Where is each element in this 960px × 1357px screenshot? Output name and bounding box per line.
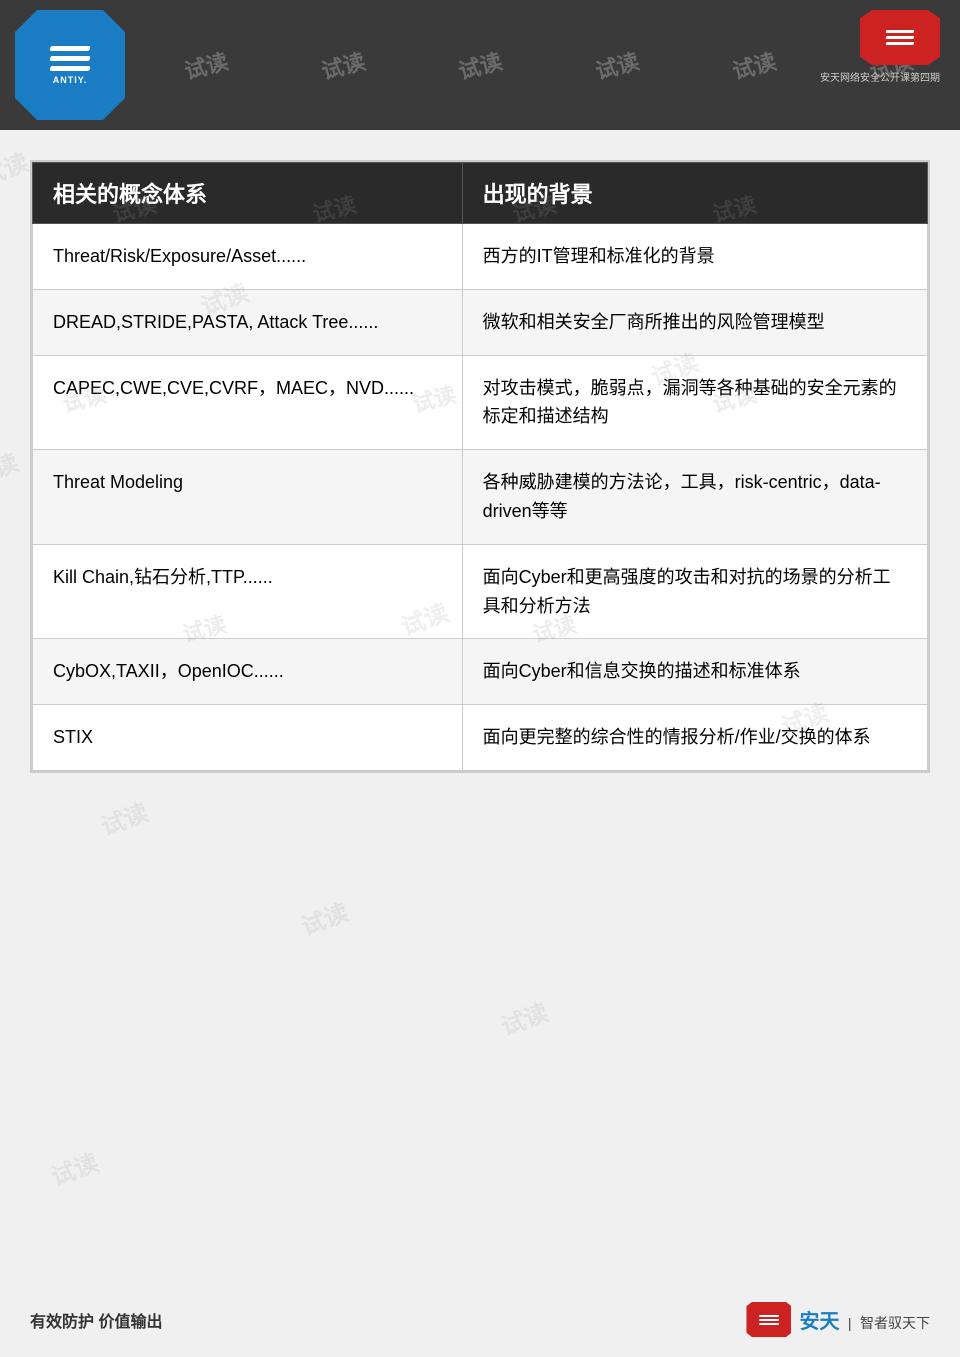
header-wm-5: 试读 (592, 44, 643, 86)
table-cell-left-1: DREAD,STRIDE,PASTA, Attack Tree...... (33, 289, 463, 355)
footer-logo-emblem (746, 1302, 791, 1337)
table-row: STIX面向更完整的综合性的情报分析/作业/交换的体系 (33, 705, 928, 771)
logo-lines (50, 46, 90, 71)
footer-brand-main: 安天 (799, 1311, 839, 1333)
logo-label: ANTIY. (53, 75, 88, 85)
table-row: CybOX,TAXII，OpenIOC......面向Cyber和信息交换的描述… (33, 639, 928, 705)
watermark-10: 试读 (295, 893, 352, 942)
table-cell-right-0: 西方的IT管理和标准化的背景 (462, 224, 927, 290)
watermark-1: 试读 (0, 143, 33, 192)
footer-brand-sub: 智者驭天下 (860, 1315, 930, 1331)
table-row: Threat/Risk/Exposure/Asset......西方的IT管理和… (33, 224, 928, 290)
col1-header: 相关的概念体系 (33, 163, 463, 224)
antiy-right-emblem (860, 10, 940, 65)
logo-line-3 (49, 66, 90, 71)
table-cell-right-4: 面向Cyber和更高强度的攻击和对抗的场景的分析工具和分析方法 (462, 544, 927, 639)
header-wm-4: 试读 (455, 44, 506, 86)
header-wm-3: 试读 (317, 44, 368, 86)
watermark-5: 试读 (95, 793, 152, 842)
header: ANTIY. 试读 试读 试读 试读 试读 试读 试读 安天网络安全公开课第四期 (0, 0, 960, 130)
table-cell-right-5: 面向Cyber和信息交换的描述和标准体系 (462, 639, 927, 705)
table-row: DREAD,STRIDE,PASTA, Attack Tree......微软和… (33, 289, 928, 355)
footer-brand: 安天 | 智者驭天下 (746, 1302, 930, 1337)
header-wm-6: 试读 (729, 44, 780, 86)
footer-tagline: 有效防护 价值输出 (30, 1308, 162, 1332)
header-right-logo: 安天网络安全公开课第四期 (820, 10, 940, 84)
table-cell-left-5: CybOX,TAXII，OpenIOC...... (33, 639, 463, 705)
col2-header: 出现的背景 (462, 163, 927, 224)
watermark-3: 试读 (0, 443, 23, 492)
table-row: CAPEC,CWE,CVE,CVRF，MAEC，NVD......对攻击模式，脆… (33, 355, 928, 450)
table-cell-right-2: 对攻击模式，脆弱点，漏洞等各种基础的安全元素的标定和描述结构 (462, 355, 927, 450)
table-cell-right-3: 各种威胁建模的方法论，工具，risk-centric，data-driven等等 (462, 450, 927, 545)
footer-brand-divider: | (848, 1315, 852, 1331)
footer-brand-text: 安天 | 智者驭天下 (799, 1305, 930, 1334)
header-wm-2: 试读 (180, 44, 231, 86)
table-cell-left-6: STIX (33, 705, 463, 771)
table-cell-left-2: CAPEC,CWE,CVE,CVRF，MAEC，NVD...... (33, 355, 463, 450)
logo-line-2 (49, 56, 90, 61)
logo-line-1 (49, 46, 90, 51)
table-cell-left-4: Kill Chain,钻石分析,TTP...... (33, 544, 463, 639)
table-row: Kill Chain,钻石分析,TTP......面向Cyber和更高强度的攻击… (33, 544, 928, 639)
watermark-6: 试读 (495, 993, 552, 1042)
watermark-7: 试读 (45, 1143, 102, 1192)
table-header-row: 相关的概念体系 出现的背景 (33, 163, 928, 224)
table-cell-right-6: 面向更完整的综合性的情报分析/作业/交换的体系 (462, 705, 927, 771)
table-cell-right-1: 微软和相关安全厂商所推出的风险管理模型 (462, 289, 927, 355)
table-cell-left-0: Threat/Risk/Exposure/Asset...... (33, 224, 463, 290)
content-table: 相关的概念体系 出现的背景 Threat/Risk/Exposure/Asset… (32, 162, 928, 771)
table-cell-left-3: Threat Modeling (33, 450, 463, 545)
footer: 有效防护 价值输出 安天 | 智者驭天下 (30, 1302, 930, 1337)
table-row: Threat Modeling各种威胁建模的方法论，工具，risk-centri… (33, 450, 928, 545)
header-watermarks: 试读 试读 试读 试读 试读 试读 试读 (0, 0, 960, 130)
header-right-subtext: 安天网络安全公开课第四期 (820, 69, 940, 84)
main-content: 试读 试读 试读 试读 试读 试读 试读 试读 试读 试读 试读 试读 相关的概… (30, 160, 930, 773)
antiy-logo: ANTIY. (15, 10, 125, 120)
